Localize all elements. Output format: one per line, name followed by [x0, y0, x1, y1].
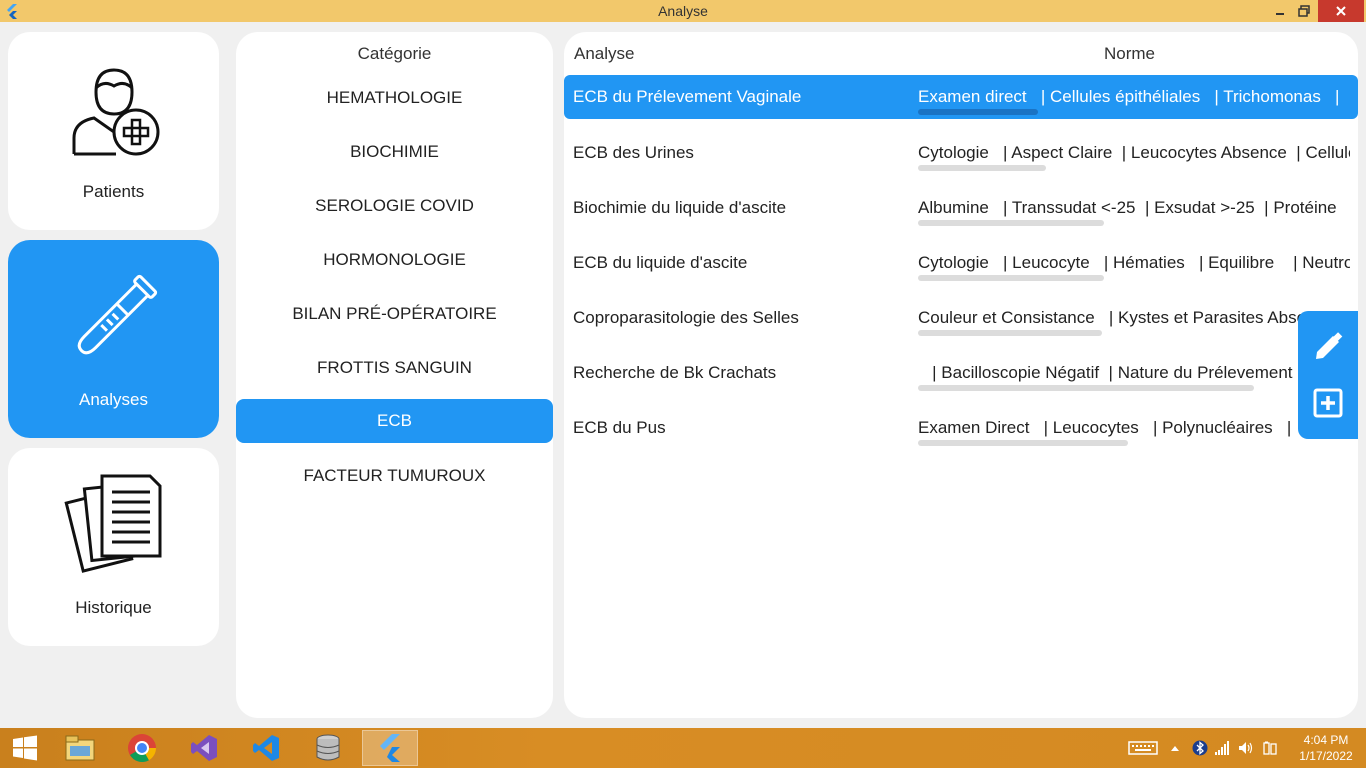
- horizontal-scrollbar[interactable]: [918, 275, 1104, 281]
- analyses-panel: Analyse Norme ECB du Prélevement Vaginal…: [564, 32, 1358, 718]
- analyse-column-header: Analyse: [574, 44, 635, 63]
- analyse-name: Recherche de Bk Crachats: [573, 363, 777, 382]
- analyse-row[interactable]: ECB du Prélevement Vaginale Examen direc…: [564, 75, 1358, 119]
- horizontal-scrollbar[interactable]: [918, 165, 1046, 171]
- analyse-name: Biochimie du liquide d'ascite: [573, 198, 787, 217]
- volume-icon[interactable]: [1238, 740, 1254, 756]
- nav-analyses-label: Analyses: [79, 390, 148, 409]
- horizontal-scrollbar[interactable]: [918, 220, 1104, 226]
- plus-square-icon[interactable]: [1312, 387, 1344, 419]
- clock-date[interactable]: 1/17/2022: [1290, 749, 1362, 763]
- category-item-frottis-sanguin[interactable]: FROTTIS SANGUIN: [236, 346, 553, 390]
- analyse-name: ECB du liquide d'ascite: [573, 253, 748, 272]
- nav-historique-label: Historique: [75, 598, 152, 617]
- category-item-serologie-covid[interactable]: SEROLOGIE COVID: [236, 184, 553, 228]
- taskbar-visual-studio[interactable]: [176, 730, 232, 766]
- documents-icon: [63, 474, 161, 573]
- test-tube-icon: [77, 274, 157, 355]
- category-item-hormonologie[interactable]: HORMONOLOGIE: [236, 238, 553, 282]
- action-panel: [1298, 311, 1358, 439]
- horizontal-scrollbar[interactable]: [918, 440, 1128, 446]
- category-item-facteur-tumuroux[interactable]: FACTEUR TUMUROUX: [236, 454, 553, 498]
- taskbar-flutter-app[interactable]: [362, 730, 418, 766]
- category-header: Catégorie: [357, 44, 432, 63]
- taskbar-vscode[interactable]: [238, 730, 294, 766]
- taskbar-file-explorer[interactable]: [52, 730, 108, 766]
- analyse-row[interactable]: ECB des Urines Cytologie | Aspect Claire…: [564, 131, 1358, 175]
- file-explorer-icon: [65, 735, 95, 761]
- horizontal-scrollbar[interactable]: [918, 385, 1254, 391]
- nav-patients[interactable]: Patients: [8, 32, 219, 230]
- flutter-icon: [380, 734, 400, 762]
- norme-column-header: Norme: [1104, 44, 1156, 63]
- category-item-hemathologie[interactable]: HEMATHOLOGIE: [236, 76, 553, 120]
- nav-patients-label: Patients: [82, 182, 145, 201]
- category-item-bilan-pre-operatoire[interactable]: BILAN PRÉ-OPÉRATOIRE: [236, 292, 553, 336]
- patient-add-icon: [72, 68, 159, 156]
- window-title: Analyse: [658, 3, 708, 19]
- start-icon: [13, 735, 37, 761]
- clock-time[interactable]: 4:04 PM: [1296, 733, 1356, 747]
- category-item-biochimie[interactable]: BIOCHIMIE: [236, 130, 553, 174]
- analyse-name: ECB des Urines: [573, 143, 694, 162]
- chrome-icon: [128, 734, 157, 763]
- restore-icon: [1298, 5, 1310, 17]
- restore-button[interactable]: [1290, 0, 1318, 22]
- battery-icon[interactable]: [1262, 740, 1278, 756]
- analyse-row[interactable]: ECB du Pus Examen Direct | Leucocytes | …: [564, 406, 1358, 450]
- keyboard-icon[interactable]: [1128, 740, 1158, 756]
- analyse-name: ECB du Pus: [573, 418, 666, 437]
- pencil-icon[interactable]: [1312, 331, 1344, 363]
- network-icon[interactable]: [1214, 740, 1230, 756]
- horizontal-scrollbar[interactable]: [918, 330, 1102, 336]
- horizontal-scrollbar[interactable]: [918, 109, 1038, 115]
- minimize-icon: [1276, 13, 1284, 15]
- category-item-ecb[interactable]: ECB: [236, 399, 553, 443]
- taskbar-chrome[interactable]: [114, 730, 170, 766]
- nav-historique[interactable]: Historique: [8, 448, 219, 646]
- taskbar: 4:04 PM 1/17/2022: [0, 728, 1366, 768]
- start-button[interactable]: [0, 730, 50, 766]
- analyse-row[interactable]: ECB du liquide d'ascite Cytologie | Leuc…: [564, 241, 1358, 285]
- close-button[interactable]: [1318, 0, 1364, 22]
- analyse-row[interactable]: Biochimie du liquide d'ascite Albumine |…: [564, 186, 1358, 230]
- category-panel: Catégorie HEMATHOLOGIE BIOCHIMIE SEROLOG…: [236, 32, 553, 718]
- analyse-name: ECB du Prélevement Vaginale: [573, 87, 802, 106]
- title-bar: Analyse: [0, 0, 1366, 22]
- database-icon: [316, 734, 340, 761]
- close-icon: [1336, 6, 1346, 16]
- bluetooth-icon[interactable]: [1192, 740, 1208, 756]
- analyse-row[interactable]: Coproparasitologie des Selles Couleur et…: [564, 296, 1358, 340]
- analyse-name: Coproparasitologie des Selles: [573, 308, 799, 327]
- taskbar-database[interactable]: [300, 730, 356, 766]
- analyse-row[interactable]: Recherche de Bk Crachats | Bacilloscopie…: [564, 351, 1358, 395]
- chevron-up-icon[interactable]: [1170, 740, 1180, 756]
- vscode-icon: [253, 735, 279, 761]
- nav-analyses[interactable]: Analyses: [8, 240, 219, 438]
- visual-studio-icon: [191, 735, 217, 761]
